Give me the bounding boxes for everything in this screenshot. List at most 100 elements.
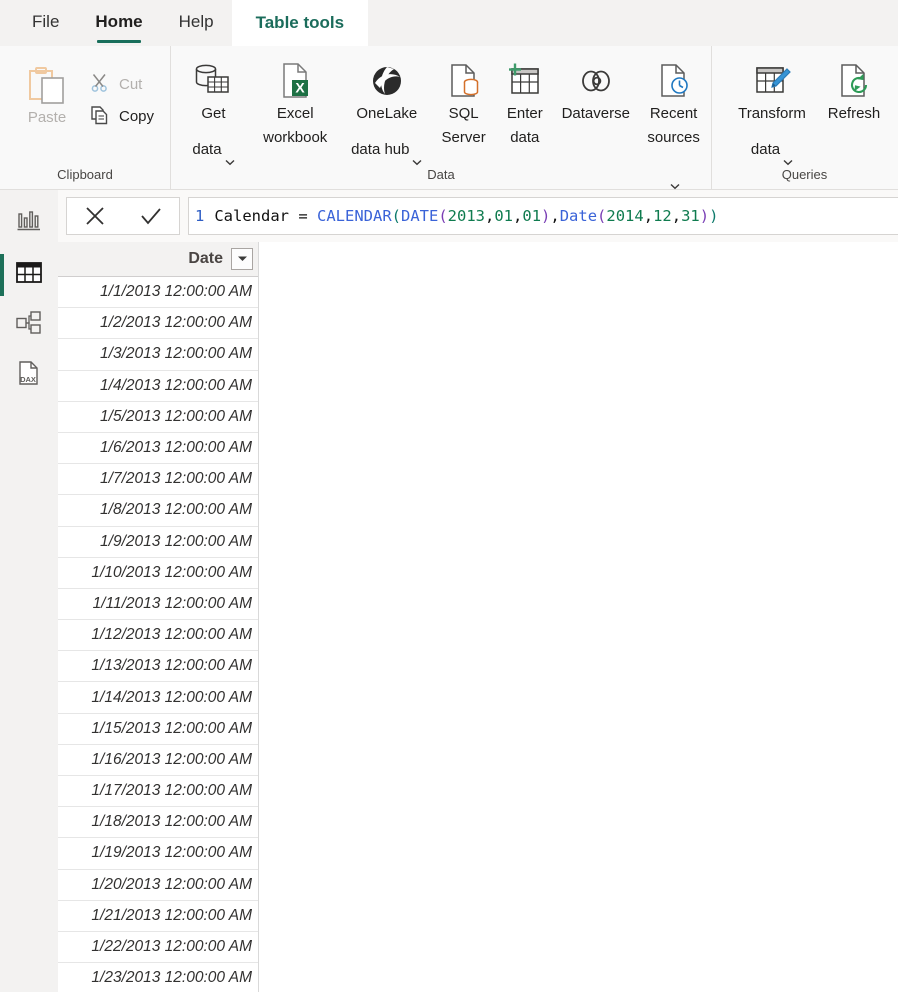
table-row[interactable]: 1/1/2013 12:00:00 AM <box>58 277 258 309</box>
view-rail: DAX <box>0 190 58 992</box>
grid-rows: 1/1/2013 12:00:00 AM 1/2/2013 12:00:00 AM… <box>58 277 258 992</box>
table-row[interactable]: 1/4/2013 12:00:00 AM <box>58 370 258 402</box>
sql-server-label: SQL Server <box>441 105 486 146</box>
formula-token: DATE <box>401 207 439 225</box>
copy-icon <box>90 105 112 127</box>
refresh-button[interactable]: Refresh <box>818 54 890 126</box>
dataverse-button[interactable]: Dataverse <box>555 54 636 126</box>
table-row[interactable]: 1/2/2013 12:00:00 AM <box>58 308 258 340</box>
table-row[interactable]: 1/17/2013 12:00:00 AM <box>58 776 258 808</box>
paste-button[interactable]: Paste <box>10 54 84 130</box>
ribbon-tabstrip: File Home Help Table tools <box>0 0 898 46</box>
table-row[interactable]: 1/10/2013 12:00:00 AM <box>58 557 258 589</box>
column-header-label: Date <box>188 250 223 267</box>
table-row[interactable]: 1/15/2013 12:00:00 AM <box>58 713 258 745</box>
rail-item-dax-query[interactable]: DAX <box>0 350 58 400</box>
enter-data-icon <box>505 60 545 102</box>
column-header-date[interactable]: Date <box>58 242 258 277</box>
table-row[interactable]: 1/14/2013 12:00:00 AM <box>58 682 258 714</box>
tab-table-tools[interactable]: Table tools <box>231 0 369 46</box>
recent-sources-text: Recent sources <box>647 105 700 146</box>
table-row[interactable]: 1/19/2013 12:00:00 AM <box>58 838 258 870</box>
table-row[interactable]: 1/6/2013 12:00:00 AM <box>58 432 258 465</box>
ribbon-group-queries: Transform data Refresh Queries <box>711 46 897 189</box>
table-row[interactable]: 1/9/2013 12:00:00 AM <box>58 526 258 558</box>
copy-button[interactable]: Copy <box>84 102 160 130</box>
get-data-button[interactable]: Get data <box>177 54 250 174</box>
model-relationship-icon <box>15 310 43 341</box>
formula-token: ) <box>709 207 719 225</box>
tab-file[interactable]: File <box>14 0 77 46</box>
table-row[interactable]: 1/13/2013 12:00:00 AM <box>58 651 258 683</box>
get-data-text: Get data <box>192 105 226 158</box>
copy-label: Copy <box>119 107 155 125</box>
formula-token: CALENDAR <box>317 207 392 225</box>
tab-home[interactable]: Home <box>77 0 160 46</box>
table-row[interactable]: 1/23/2013 12:00:00 AM <box>58 963 258 992</box>
cut-button[interactable]: Cut <box>84 70 160 98</box>
table-row[interactable]: 1/7/2013 12:00:00 AM <box>58 464 258 496</box>
formula-bar-actions <box>66 197 180 235</box>
dataverse-icon <box>576 60 616 102</box>
onelake-data-hub-button[interactable]: OneLake data hub <box>341 54 434 174</box>
paste-icon <box>25 64 69 106</box>
table-row[interactable]: 1/5/2013 12:00:00 AM <box>58 401 258 433</box>
table-grid-icon <box>15 260 43 291</box>
transform-data-button[interactable]: Transform data <box>726 54 818 174</box>
table-row[interactable]: 1/18/2013 12:00:00 AM <box>58 807 258 839</box>
get-data-label: Get data <box>192 102 235 174</box>
ribbon-group-label-data: Data <box>427 167 455 182</box>
commit-formula-button[interactable] <box>125 198 177 234</box>
ribbon: Paste Cut Copy Clipboard Get data X Exce… <box>0 46 898 190</box>
ribbon-group-clipboard: Paste Cut Copy Clipboard <box>0 46 170 189</box>
cancel-formula-button[interactable] <box>69 198 121 234</box>
excel-workbook-button[interactable]: X Excel workbook <box>250 54 341 150</box>
table-row[interactable]: 1/11/2013 12:00:00 AM <box>58 588 258 621</box>
formula-token: ) <box>699 207 710 225</box>
table-row[interactable]: 1/22/2013 12:00:00 AM <box>58 931 258 964</box>
table-row[interactable]: 1/12/2013 12:00:00 AM <box>58 620 258 652</box>
transform-data-label: Transform data <box>738 102 806 174</box>
table-row[interactable]: 1/8/2013 12:00:00 AM <box>58 495 258 527</box>
formula-token: Date <box>559 207 598 225</box>
formula-token: , <box>485 207 495 225</box>
formula-token: , <box>513 207 523 225</box>
formula-token: 31 <box>681 207 700 225</box>
formula-token: , <box>671 207 682 225</box>
onelake-data-hub-text: OneLake data hub <box>351 105 418 158</box>
formula-token: Calendar = <box>214 207 317 225</box>
excel-workbook-label: Excel workbook <box>263 105 328 146</box>
filter-dropdown-icon[interactable] <box>231 248 253 270</box>
sql-server-button[interactable]: SQL Server <box>433 54 494 150</box>
ribbon-group-data: Get data X Excel workbook OneLake data h… <box>170 46 711 190</box>
rail-item-table[interactable] <box>0 250 58 300</box>
formula-token: ( <box>438 207 448 225</box>
tab-help[interactable]: Help <box>161 0 232 46</box>
formula-input[interactable]: 1 Calendar = CALENDAR(DATE(2013,01,01),D… <box>188 197 898 235</box>
onelake-icon <box>367 60 407 102</box>
ribbon-group-label-clipboard: Clipboard <box>57 167 113 182</box>
formula-token: 12 <box>653 207 672 225</box>
database-table-icon <box>192 60 234 102</box>
report-bar-chart-icon <box>16 210 42 241</box>
rail-item-report[interactable] <box>0 200 58 250</box>
dataverse-label: Dataverse <box>561 105 630 122</box>
refresh-label: Refresh <box>827 105 881 122</box>
table-row[interactable]: 1/16/2013 12:00:00 AM <box>58 744 258 776</box>
formula-token: ( <box>391 207 401 225</box>
transform-data-icon <box>751 60 793 102</box>
scissors-icon <box>90 73 112 95</box>
table-row[interactable]: 1/20/2013 12:00:00 AM <box>58 869 258 901</box>
formula-bar: 1 Calendar = CALENDAR(DATE(2013,01,01),D… <box>58 190 898 242</box>
ribbon-group-label-queries: Queries <box>781 167 828 182</box>
excel-file-icon: X <box>275 60 315 102</box>
enter-data-button[interactable]: Enter data <box>494 54 555 150</box>
table-row[interactable]: 1/21/2013 12:00:00 AM <box>58 900 258 932</box>
refresh-icon <box>834 60 874 102</box>
formula-token: 2013 <box>447 207 485 225</box>
rail-item-model[interactable] <box>0 300 58 350</box>
formula-token: 01 <box>494 207 514 225</box>
onelake-data-hub-label: OneLake data hub <box>351 102 422 174</box>
formula-token: , <box>643 207 654 225</box>
table-row[interactable]: 1/3/2013 12:00:00 AM <box>58 339 258 371</box>
